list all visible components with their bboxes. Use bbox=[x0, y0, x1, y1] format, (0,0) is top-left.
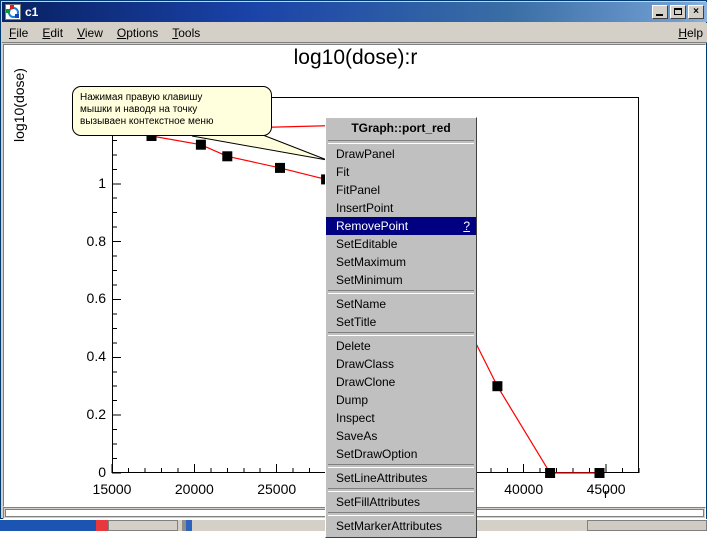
context-menu-item-insertpoint[interactable]: InsertPoint bbox=[326, 199, 476, 217]
context-menu-item-setlineattributes[interactable]: SetLineAttributes bbox=[326, 469, 476, 487]
context-menu-item-fit[interactable]: Fit bbox=[326, 163, 476, 181]
menu-label-file-rest: ile bbox=[16, 25, 29, 40]
context-menu-item-setname[interactable]: SetName bbox=[326, 295, 476, 313]
context-menu-item-setmarkerattributes[interactable]: SetMarkerAttributes bbox=[326, 517, 476, 535]
y-tick-label-0: 0 bbox=[98, 464, 106, 480]
data-point-marker[interactable] bbox=[492, 381, 503, 392]
x-tick-label-20000: 20000 bbox=[174, 481, 214, 497]
data-point-marker[interactable] bbox=[545, 468, 556, 478]
root-canvas-icon bbox=[5, 4, 21, 20]
y-tick-label-0.4: 0.4 bbox=[86, 348, 106, 365]
context-menu-item-fitpanel[interactable]: FitPanel bbox=[326, 181, 476, 199]
x-tick-label-45000: 45000 bbox=[586, 481, 626, 497]
context-menu-item-dump[interactable]: Dump bbox=[326, 391, 476, 409]
context-menu-item-setmaximum[interactable]: SetMaximum bbox=[326, 253, 476, 271]
y-tick-label-0.6: 0.6 bbox=[86, 290, 106, 307]
context-menu-item-removepoint[interactable]: RemovePoint? bbox=[326, 217, 476, 235]
context-menu-item-label: SaveAs bbox=[336, 429, 378, 443]
menu-item-tools[interactable]: Tools bbox=[165, 24, 207, 42]
context-menu-item-label: Fit bbox=[336, 165, 350, 179]
callout-bubble: Нажимая правую клавишу мышки и наводя на… bbox=[72, 86, 272, 136]
context-menu-item-drawpanel[interactable]: DrawPanel bbox=[326, 145, 476, 163]
y-tick-label-0.8: 0.8 bbox=[86, 232, 106, 249]
context-menu-item-setminimum[interactable]: SetMinimum bbox=[326, 271, 476, 289]
x-tick-label-40000: 40000 bbox=[504, 481, 544, 497]
context-menu-separator bbox=[328, 332, 474, 336]
window-controls: × bbox=[652, 5, 707, 19]
callout-line-2: мышки и наводя на точку bbox=[80, 104, 198, 115]
context-menu-item-label: Delete bbox=[336, 339, 371, 353]
context-menu-item-drawclone[interactable]: DrawClone bbox=[326, 373, 476, 391]
minimize-button[interactable] bbox=[652, 5, 668, 19]
context-menu-item-setdrawoption[interactable]: SetDrawOption bbox=[326, 445, 476, 463]
context-menu-item-setfillattributes[interactable]: SetFillAttributes bbox=[326, 493, 476, 511]
taskbar-window-button[interactable] bbox=[108, 520, 178, 531]
context-menu-item-label: SetLineAttributes bbox=[336, 471, 428, 485]
menu-item-file[interactable]: File bbox=[2, 24, 35, 42]
context-menu-title: TGraph::port_red bbox=[351, 121, 451, 135]
x-tick-label-15000: 15000 bbox=[92, 481, 132, 497]
menu-item-edit[interactable]: Edit bbox=[35, 24, 70, 42]
context-menu-item-label: RemovePoint bbox=[336, 219, 409, 233]
context-menu-separator bbox=[328, 512, 474, 516]
context-menu-item-inspect[interactable]: Inspect bbox=[326, 409, 476, 427]
context-menu-separator bbox=[328, 290, 474, 294]
menu-item-help[interactable]: Help bbox=[671, 24, 707, 42]
context-menu-item-saveas[interactable]: SaveAs bbox=[326, 427, 476, 445]
x-tick-label-25000: 25000 bbox=[257, 481, 297, 497]
context-menu-item-label: SetMaximum bbox=[336, 255, 407, 269]
y-tick-label-0.2: 0.2 bbox=[86, 406, 106, 423]
context-menu-item-label: SetMinimum bbox=[336, 273, 403, 287]
screen: c1 × File Edit View Options Tools Help l… bbox=[0, 0, 707, 538]
context-menu-item-label: SetFillAttributes bbox=[336, 495, 421, 509]
context-menu-item-label: FitPanel bbox=[336, 183, 381, 197]
context-menu-item-drawclass[interactable]: DrawClass bbox=[326, 355, 476, 373]
menu-item-view[interactable]: View bbox=[70, 24, 110, 42]
window-title: c1 bbox=[25, 5, 39, 19]
help-hint-icon[interactable]: ? bbox=[463, 218, 470, 234]
context-menu-item-label: SetName bbox=[336, 297, 387, 311]
menu-bar: File Edit View Options Tools Help bbox=[2, 23, 707, 43]
callout-line-1: Нажимая правую клавишу bbox=[80, 92, 203, 103]
context-menu-separator bbox=[328, 488, 474, 492]
close-button[interactable]: × bbox=[688, 5, 704, 19]
context-menu-item-label: SetDrawOption bbox=[336, 447, 418, 461]
callout-line-3: вызываен контекстное меню bbox=[80, 116, 214, 127]
hint-callout: Нажимая правую клавишу мышки и наводя на… bbox=[72, 86, 328, 161]
taskbar-start-button[interactable] bbox=[0, 520, 96, 531]
context-menu-item-settitle[interactable]: SetTitle bbox=[326, 313, 476, 331]
context-menu-separator bbox=[328, 140, 474, 144]
context-menu-item-label: Inspect bbox=[336, 411, 375, 425]
taskbar-clock-area[interactable] bbox=[587, 520, 707, 531]
context-menu-item-label: InsertPoint bbox=[336, 201, 394, 215]
data-point-marker[interactable] bbox=[594, 468, 605, 478]
context-menu-items: DrawPanel Fit FitPanel InsertPoint RemovePoi… bbox=[326, 145, 476, 535]
menu-item-options[interactable]: Options bbox=[110, 24, 165, 42]
context-menu-item-seteditable[interactable]: SetEditable bbox=[326, 235, 476, 253]
context-menu-item-label: SetTitle bbox=[336, 315, 377, 329]
context-menu-item-label: SetEditable bbox=[336, 237, 398, 251]
context-menu-separator bbox=[328, 464, 474, 468]
context-menu-item-delete[interactable]: Delete bbox=[326, 337, 476, 355]
y-tick-label-1: 1 bbox=[98, 174, 106, 191]
context-menu-item-label: Dump bbox=[336, 393, 369, 407]
maximize-button[interactable] bbox=[670, 5, 686, 19]
context-menu-item-label: DrawClass bbox=[336, 357, 395, 371]
taskbar-indicator bbox=[96, 520, 108, 531]
title-bar[interactable]: c1 × bbox=[2, 2, 707, 22]
context-menu-item-label: DrawClone bbox=[336, 375, 396, 389]
context-menu[interactable]: TGraph::port_red DrawPanelFitFitPanelIns… bbox=[325, 117, 477, 538]
context-menu-item-label: DrawPanel bbox=[336, 147, 395, 161]
